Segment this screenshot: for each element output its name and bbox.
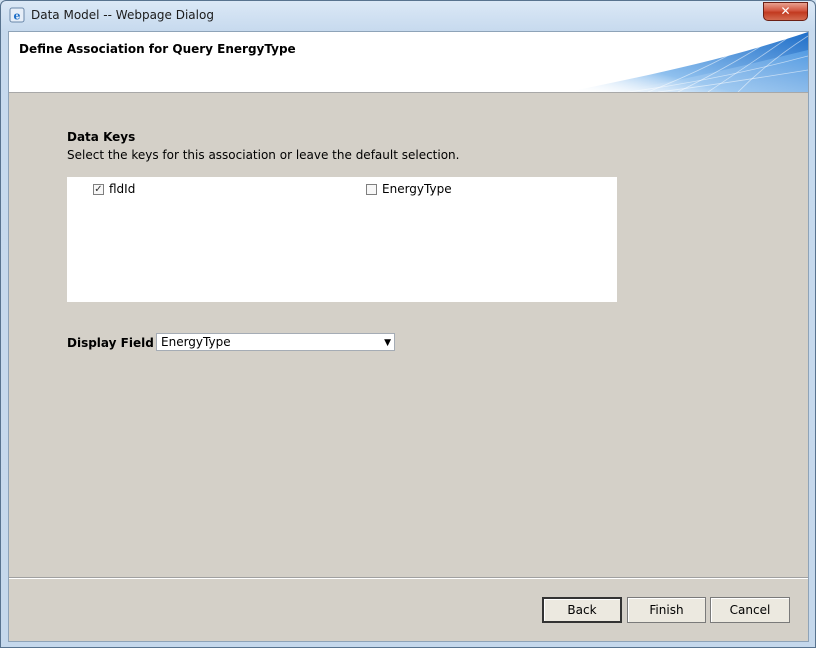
- chevron-down-icon[interactable]: ▼: [384, 335, 391, 351]
- key-label: EnergyType: [382, 182, 452, 196]
- checkbox-checked-icon[interactable]: ✓: [93, 183, 104, 195]
- data-keys-heading: Data Keys: [67, 130, 136, 144]
- page-title: Define Association for Query EnergyType: [19, 42, 296, 56]
- svg-text:e: e: [14, 10, 21, 23]
- finish-button[interactable]: Finish: [627, 597, 706, 623]
- ie-icon: e: [9, 7, 25, 23]
- key-label: fldId: [109, 182, 136, 196]
- cancel-button[interactable]: Cancel: [710, 597, 790, 623]
- key-item-fldid[interactable]: ✓ fldId: [93, 182, 135, 196]
- checkbox-unchecked-icon[interactable]: [366, 183, 377, 195]
- display-field-label: Display Field: [67, 336, 154, 350]
- back-button[interactable]: Back: [542, 597, 622, 623]
- footer-divider: [9, 577, 808, 579]
- header-swoosh-graphic: [568, 32, 808, 92]
- close-button[interactable]: ✕: [763, 2, 808, 21]
- title-bar[interactable]: e Data Model -- Webpage Dialog ✕: [1, 1, 815, 31]
- wizard-header: Define Association for Query EnergyType: [9, 32, 808, 93]
- close-icon: ✕: [780, 4, 791, 18]
- key-item-energytype[interactable]: EnergyType: [366, 182, 452, 196]
- display-field-value: EnergyType: [161, 335, 231, 349]
- wizard-body: Data Keys Select the keys for this assoc…: [9, 93, 808, 641]
- data-keys-list: ✓ fldId EnergyType: [67, 177, 617, 302]
- data-keys-description: Select the keys for this association or …: [67, 148, 460, 162]
- dialog-window: e Data Model -- Webpage Dialog ✕ Define …: [0, 0, 816, 648]
- dialog-client-area: Define Association for Query EnergyType: [8, 31, 809, 642]
- window-title: Data Model -- Webpage Dialog: [31, 8, 214, 22]
- display-field-select[interactable]: EnergyType ▼: [156, 333, 395, 351]
